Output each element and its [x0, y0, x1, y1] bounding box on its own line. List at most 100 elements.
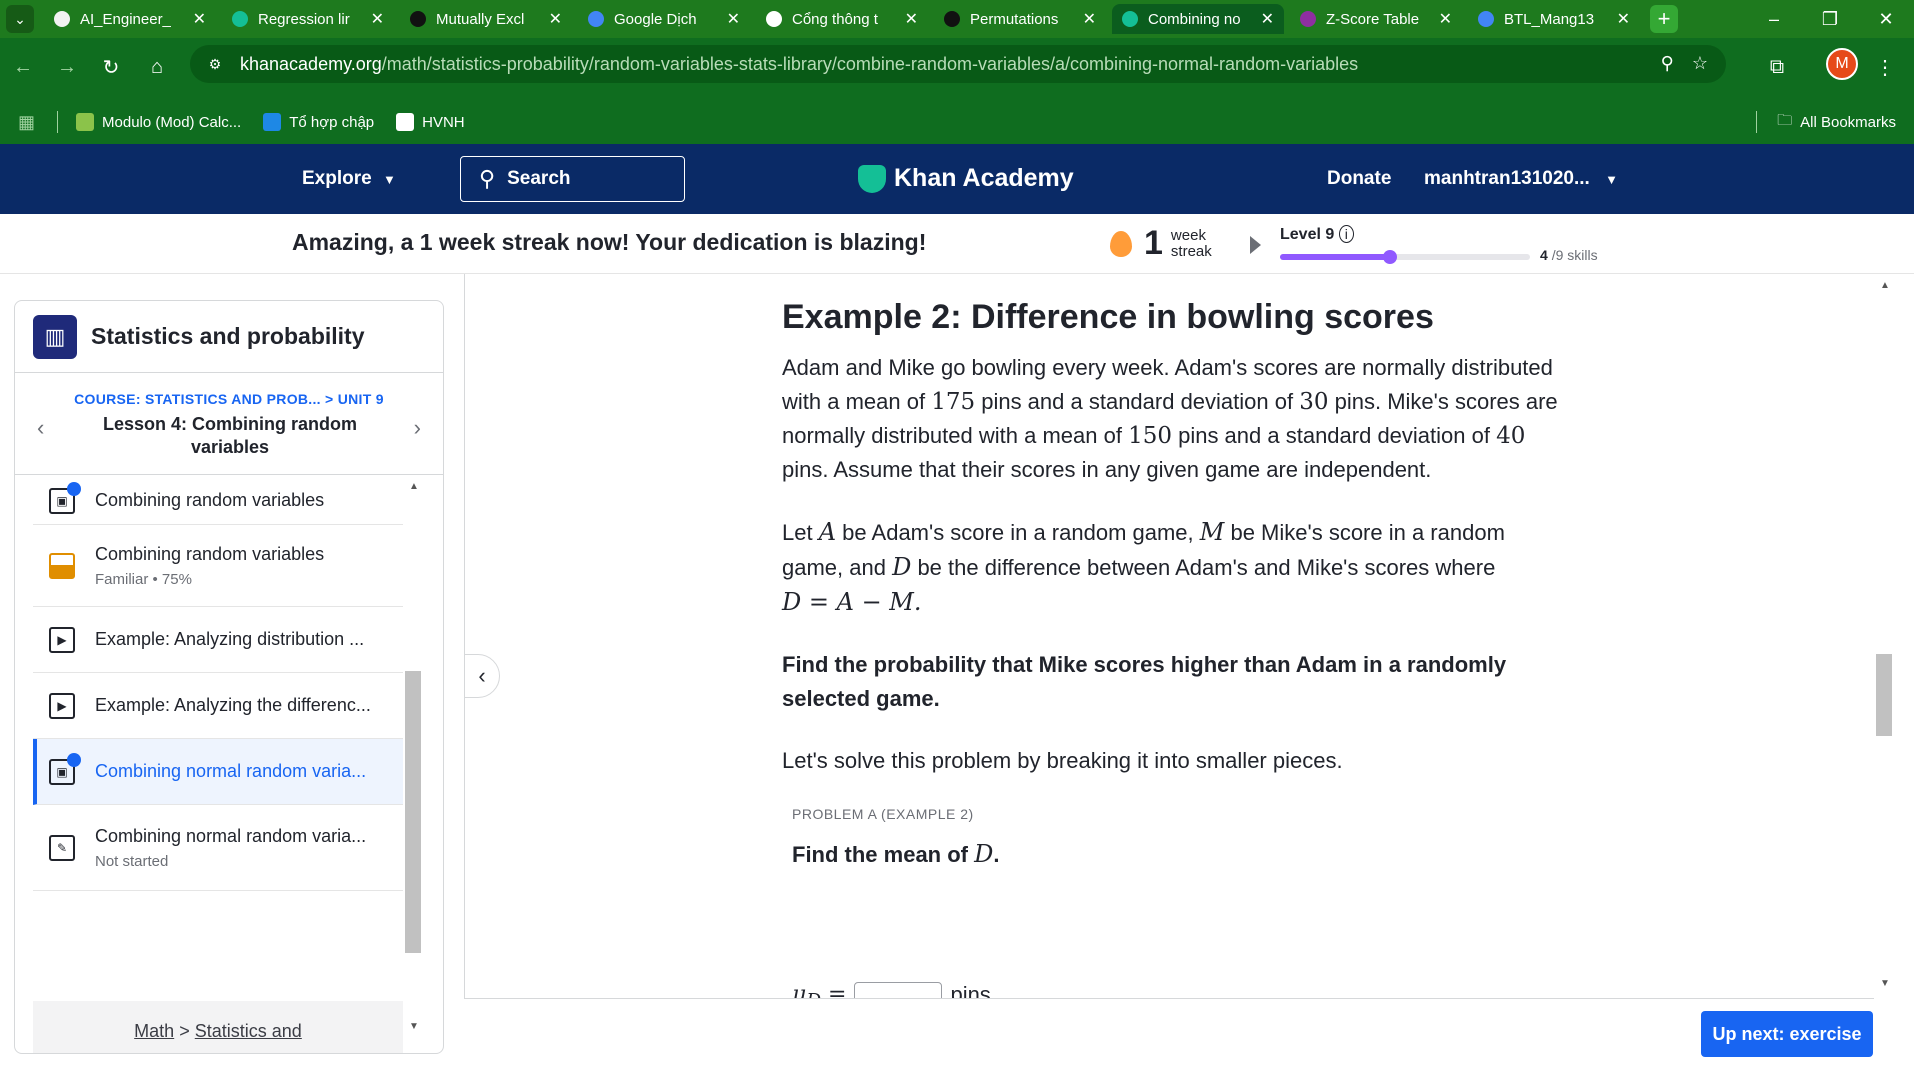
mu-sub: D	[806, 990, 821, 998]
close-tab-icon[interactable]: ✕	[1439, 9, 1452, 29]
browser-tab[interactable]: Google Dịch ✕	[578, 4, 750, 34]
article-scrollbar[interactable]	[1876, 654, 1892, 736]
close-tab-icon[interactable]: ✕	[905, 9, 918, 29]
browser-menu-icon[interactable]: ⋮	[1870, 52, 1900, 82]
course-breadcrumb[interactable]: COURSE: STATISTICS AND PROB... > UNIT 9	[15, 391, 443, 407]
tab-search-menu-icon[interactable]: ⌄	[6, 5, 34, 33]
close-window-icon[interactable]: ✕	[1858, 0, 1914, 38]
sidebar-item[interactable]: ✎ Combining normal random varia... Not sta…	[33, 805, 403, 891]
question-paragraph: Find the probability that Mike scores hi…	[782, 652, 1507, 711]
sidebar-item[interactable]: Combining random variables Familiar • 75%	[33, 525, 403, 607]
browser-tab[interactable]: Mutually Excl ✕	[400, 4, 572, 34]
skill-progress-icon	[49, 552, 75, 579]
bookmark-item[interactable]: HVNH	[396, 113, 465, 131]
donate-link[interactable]: Donate	[1327, 168, 1391, 190]
zoom-icon[interactable]: ⚲	[1661, 53, 1674, 74]
scroll-up-icon[interactable]: ▲	[409, 481, 419, 492]
streak-number: 1	[1144, 224, 1163, 262]
restore-icon[interactable]: ❐	[1802, 0, 1858, 38]
url-host: khanacademy.org	[240, 53, 382, 74]
user-menu[interactable]: manhtran131020... ▼	[1424, 168, 1618, 190]
tab-title: BTL_Mang13	[1504, 10, 1595, 28]
all-bookmarks-label: All Bookmarks	[1800, 113, 1896, 131]
scroll-down-icon[interactable]: ▼	[1880, 978, 1890, 989]
check-badge-icon	[67, 481, 81, 496]
address-bar[interactable]: ⚙ khanacademy.org/math/statistics-probab…	[190, 45, 1726, 83]
course-title[interactable]: Statistics and probability	[91, 323, 365, 350]
minimize-icon[interactable]: –	[1746, 0, 1802, 38]
omnibox-actions: ⚲ ☆	[1661, 53, 1708, 74]
bookmark-label: Tổ hợp chập	[289, 113, 375, 131]
sidebar-item[interactable]: ▶ Example: Analyzing distribution ...	[33, 607, 403, 673]
info-icon[interactable]: i	[1338, 225, 1354, 243]
sidebar-item-text: Combining random variables	[95, 490, 324, 511]
level-label[interactable]: Level 9 i	[1280, 225, 1354, 244]
sidebar-header: ▥ Statistics and probability	[15, 301, 443, 373]
explore-menu[interactable]: Explore ▼	[302, 168, 396, 190]
apps-grid-icon[interactable]: ▦	[18, 112, 35, 133]
close-tab-icon[interactable]: ✕	[1083, 9, 1096, 29]
sidebar-item[interactable]: ▶ Example: Analyzing the differenc...	[33, 673, 403, 739]
streak-counter[interactable]: 1 week streak	[1110, 224, 1212, 263]
footer-stats-link[interactable]: Statistics and	[195, 1021, 302, 1041]
search-button[interactable]: ⚲ Search	[460, 156, 685, 202]
khan-academy-logo[interactable]: Khan Academy	[858, 164, 1074, 193]
close-tab-icon[interactable]: ✕	[1617, 9, 1630, 29]
skills-count: 4 /9 skills	[1540, 247, 1598, 263]
scroll-up-icon[interactable]: ▲	[1880, 280, 1890, 291]
extensions-icon[interactable]: ⧉	[1762, 52, 1792, 82]
up-next-button[interactable]: Up next: exercise	[1701, 1011, 1873, 1057]
browser-tab[interactable]: AI_Engineer_ ✕	[44, 4, 216, 34]
profile-avatar[interactable]: M	[1826, 48, 1858, 80]
browser-tab[interactable]: Z-Score Table ✕	[1290, 4, 1462, 34]
footer-math-link[interactable]: Math	[134, 1021, 174, 1041]
back-icon[interactable]: ←	[8, 52, 38, 82]
next-lesson-icon[interactable]: ›	[414, 415, 421, 441]
browser-tab[interactable]: Regression lir ✕	[222, 4, 394, 34]
forward-icon[interactable]: →	[52, 52, 82, 82]
close-tab-icon[interactable]: ✕	[727, 9, 740, 29]
sidebar-item[interactable]: ▣ Combining random variables	[33, 477, 403, 525]
tab-favicon-icon	[766, 11, 782, 27]
text-seg: Find the mean of	[792, 842, 975, 867]
all-bookmarks[interactable]: 🗀 All Bookmarks	[1756, 110, 1896, 135]
sidebar-scrollbar[interactable]	[405, 671, 421, 953]
answer-input[interactable]	[854, 982, 943, 998]
sidebar-item-label: Combining normal random varia...	[95, 825, 367, 846]
close-tab-icon[interactable]: ✕	[1261, 9, 1274, 29]
text-seg: pins and a standard deviation of	[975, 389, 1300, 414]
bookmarks-bar: ▦ Modulo (Mod) Calc... Tổ hợp chập HVNH 🗀 …	[0, 100, 1914, 144]
close-tab-icon[interactable]: ✕	[193, 9, 206, 29]
intro-paragraph: Let's solve this problem by breaking it …	[782, 748, 1343, 773]
level-progress-fill	[1280, 254, 1390, 260]
equation: D = A − M.	[782, 588, 922, 616]
close-tab-icon[interactable]: ✕	[549, 9, 562, 29]
new-tab-button[interactable]: +	[1650, 5, 1678, 33]
browser-tab[interactable]: Cổng thông t ✕	[756, 4, 928, 34]
chevron-down-icon: ▼	[382, 172, 396, 187]
site-settings-icon[interactable]: ⚙	[204, 53, 226, 75]
play-arrow-icon	[1250, 236, 1261, 254]
bookmark-favicon-icon	[263, 113, 282, 131]
number-175: 175	[931, 389, 976, 415]
sidebar-item[interactable]: ▣ Combining normal random varia...	[33, 739, 403, 805]
bookmark-star-icon[interactable]: ☆	[1692, 53, 1708, 74]
close-tab-icon[interactable]: ✕	[371, 9, 384, 29]
scroll-down-icon[interactable]: ▼	[409, 1021, 419, 1032]
bookmark-item[interactable]: Tổ hợp chập	[263, 113, 374, 131]
tab-title: Mutually Excl	[436, 10, 525, 28]
video-icon: ▶	[49, 692, 75, 719]
home-icon[interactable]: ⌂	[142, 52, 172, 82]
previous-lesson-icon[interactable]: ‹	[37, 415, 44, 441]
exercise-icon: ✎	[49, 834, 75, 861]
sidebar-item-label: Combining random variables	[95, 543, 325, 564]
bookmark-item[interactable]: Modulo (Mod) Calc...	[76, 113, 241, 131]
browser-tab[interactable]: BTL_Mang13 ✕	[1468, 4, 1640, 34]
browser-tab-strip: ⌄ AI_Engineer_ ✕ Regression lir ✕ Mutually E…	[0, 0, 1914, 38]
browser-tab[interactable]: Permutations ✕	[934, 4, 1106, 34]
browser-tab[interactable]: Combining no ✕	[1112, 4, 1284, 34]
bottom-bar	[464, 998, 1874, 1072]
reload-icon[interactable]: ↻	[96, 52, 126, 82]
bookmark-label: Modulo (Mod) Calc...	[102, 113, 242, 131]
streak-unit-1: week	[1170, 226, 1206, 244]
